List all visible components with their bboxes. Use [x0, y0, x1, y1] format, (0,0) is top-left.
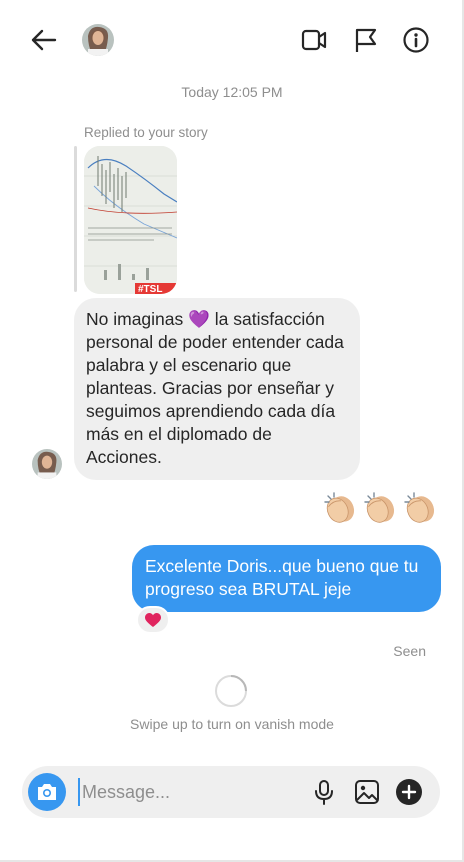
story-reply-label: Replied to your story: [84, 125, 208, 140]
thread-timestamp: Today 12:05 PM: [181, 84, 283, 100]
back-arrow-icon[interactable]: [28, 26, 58, 54]
outgoing-message-bubble[interactable]: Excelente Doris...que bueno que tu progr…: [132, 545, 441, 612]
microphone-icon[interactable]: [310, 778, 338, 806]
camera-button[interactable]: [28, 773, 66, 811]
reply-indicator-bar: [74, 146, 77, 292]
story-tag-label: #TSL: [138, 284, 162, 294]
info-icon[interactable]: [402, 26, 430, 54]
heart-icon: [145, 612, 161, 627]
plus-icon[interactable]: [395, 778, 423, 806]
flag-icon[interactable]: [352, 26, 380, 54]
heart-reaction[interactable]: ❤️: [136, 606, 170, 634]
seen-status: Seen: [393, 643, 426, 659]
outgoing-emoji-message[interactable]: 👏👏👏: [322, 490, 438, 526]
video-call-icon[interactable]: [300, 26, 328, 54]
message-input[interactable]: [78, 778, 298, 806]
app-frame: Today 12:05 PM Replied to your story #TS…: [0, 0, 464, 862]
story-thumbnail[interactable]: #TSL: [84, 146, 177, 294]
contact-avatar[interactable]: [82, 24, 114, 56]
camera-icon: [38, 784, 56, 800]
clap-icon: [404, 492, 435, 523]
message-composer: [22, 766, 440, 818]
loading-spinner-icon: [215, 675, 247, 707]
story-chart-image: #TSL: [84, 146, 177, 294]
incoming-message-bubble[interactable]: No imaginas 💜 la satisfacción personal d…: [74, 298, 360, 480]
clap-icon: [324, 492, 355, 523]
gallery-icon[interactable]: [353, 778, 381, 806]
vanish-mode-hint: Swipe up to turn on vanish mode: [130, 716, 334, 732]
clap-icon: [364, 492, 395, 523]
sender-avatar[interactable]: [32, 449, 62, 479]
